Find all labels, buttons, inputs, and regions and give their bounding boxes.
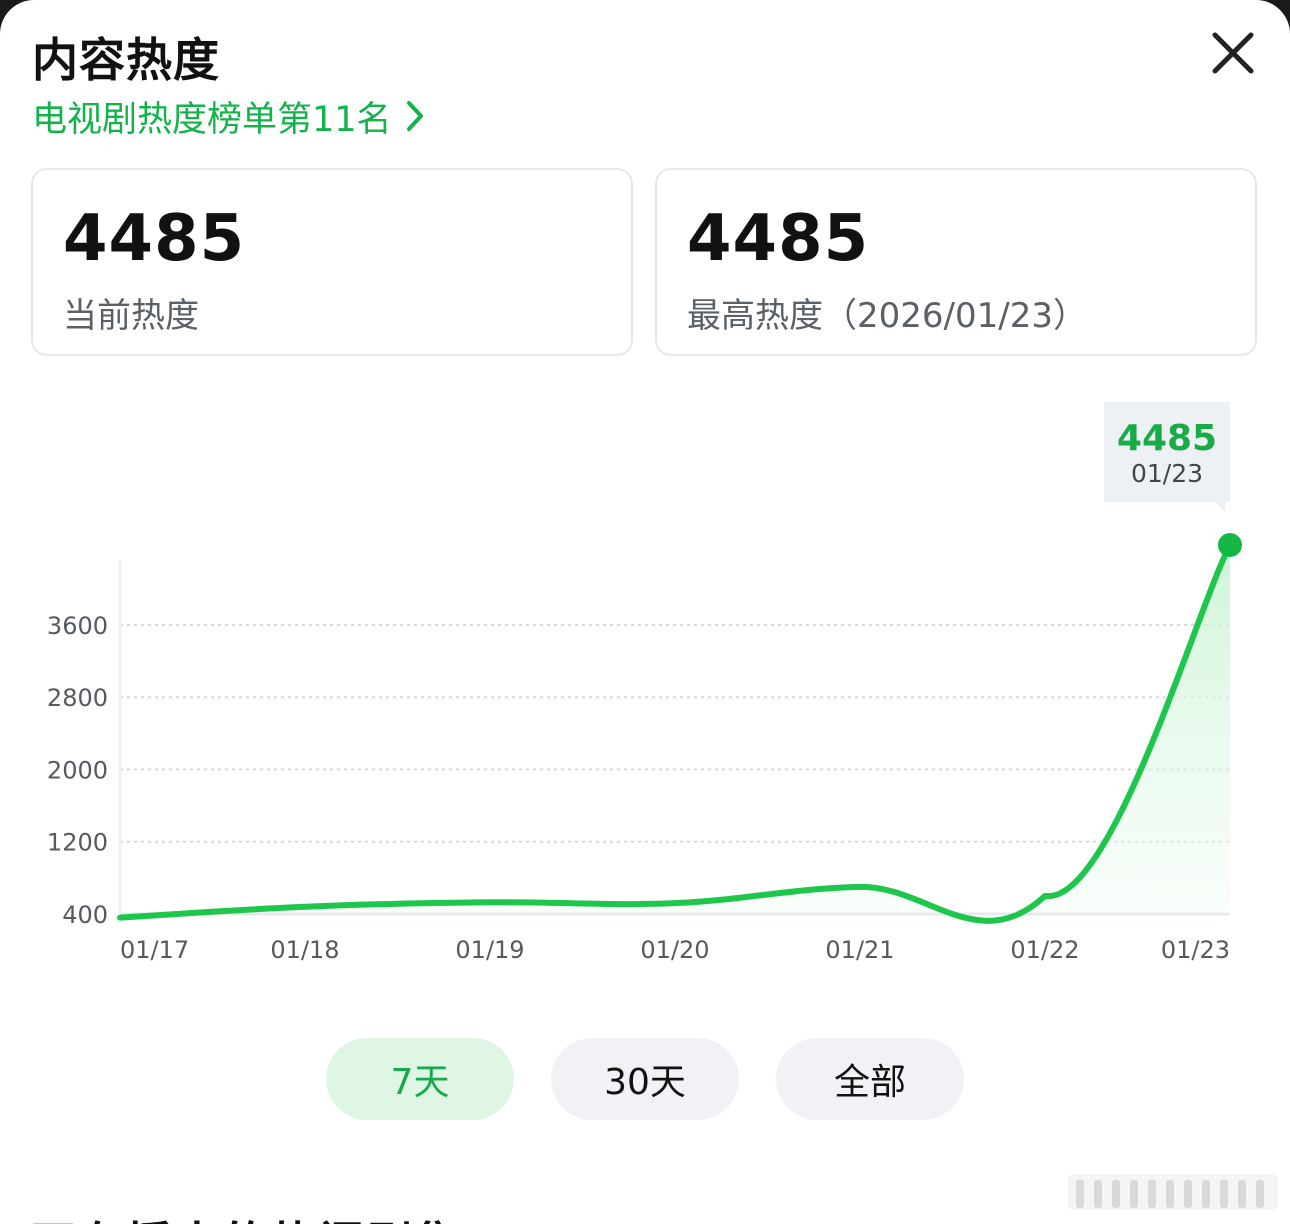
y-tick-label: 3600 — [47, 612, 108, 640]
peak-heat-card: 4485 最高热度（2026/01/23） — [655, 168, 1257, 356]
tab-all[interactable]: 全部 — [776, 1038, 964, 1120]
rank-link[interactable]: 电视剧热度榜单第11名 — [32, 94, 424, 140]
x-tick-label: 01/22 — [1010, 936, 1079, 964]
peak-tooltip: 4485 01/23 — [1104, 402, 1230, 512]
x-tick-label: 01/18 — [270, 936, 339, 964]
current-heat-label: 当前热度 — [63, 296, 199, 336]
peak-point[interactable] — [1218, 533, 1242, 557]
chevron-right-icon — [406, 101, 423, 131]
peak-heat-label: 最高热度（2026/01/23） — [687, 296, 1087, 336]
tooltip-value: 4485 — [1117, 418, 1217, 459]
x-tick-label: 01/20 — [640, 936, 709, 964]
y-tick-label: 2000 — [47, 756, 108, 784]
tab-30-days[interactable]: 30天 — [551, 1038, 739, 1120]
rank-link-label: 电视剧热度榜单第11名 — [32, 99, 392, 140]
current-heat-value: 4485 — [63, 202, 246, 276]
x-tick-label: 01/23 — [1161, 936, 1230, 964]
y-tick-label: 2800 — [47, 684, 108, 712]
close-icon[interactable] — [1206, 26, 1260, 80]
peak-heat-value: 4485 — [687, 202, 870, 276]
y-tick-label: 400 — [62, 901, 108, 929]
tab-7-days[interactable]: 7天 — [326, 1038, 514, 1120]
heat-trend-chart: 400 1200 2000 2800 3600 01/17 01/18 01/19 01/20… — [47, 402, 1242, 964]
x-tick-label: 01/19 — [455, 936, 524, 964]
tooltip-date: 01/23 — [1131, 459, 1203, 488]
home-indicator-icon — [1068, 1174, 1278, 1210]
series-area — [120, 545, 1230, 921]
page-title: 内容热度 — [32, 33, 220, 87]
series-line — [117, 542, 1233, 924]
x-tick-label: 01/17 — [120, 936, 189, 964]
y-tick-label: 1200 — [47, 829, 108, 857]
section-heading-partial: 正在播出的热门剧集 — [30, 1208, 462, 1224]
current-heat-card: 4485 当前热度 — [31, 168, 633, 356]
heat-sheet: 内容热度 电视剧热度榜单第11名 4485 当前热度 4485 最高热度（202… — [0, 0, 1290, 1224]
x-tick-label: 01/21 — [825, 936, 894, 964]
